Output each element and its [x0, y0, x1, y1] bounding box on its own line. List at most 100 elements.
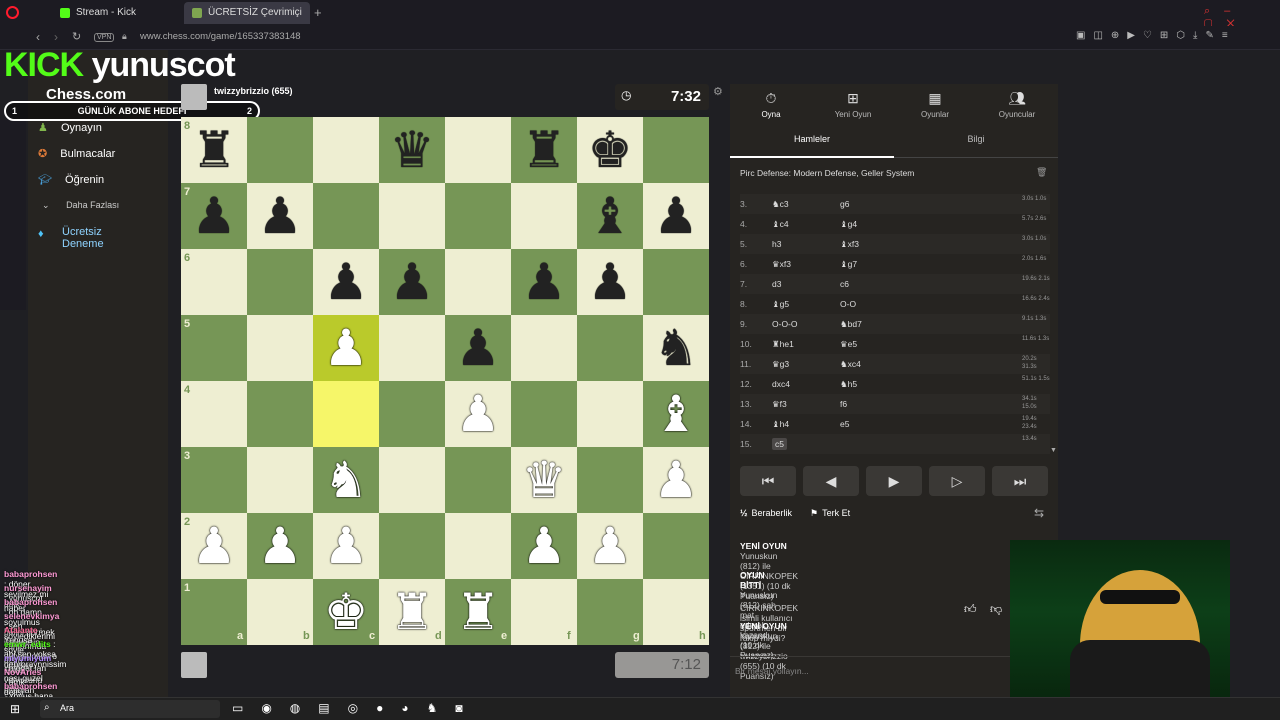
forward-icon[interactable]: ›: [54, 30, 58, 44]
board-square-e2[interactable]: [445, 513, 511, 579]
white-move[interactable]: ♝c4: [772, 219, 789, 230]
board-square-h8[interactable]: [643, 117, 709, 183]
board-square-a5[interactable]: [181, 315, 247, 381]
white-knight-icon[interactable]: ♞: [313, 447, 379, 513]
subtab-moves[interactable]: Hamleler: [730, 134, 894, 158]
white-pawn-icon[interactable]: ♟: [247, 513, 313, 579]
tab-play[interactable]: ⏱ Oyna: [731, 90, 811, 119]
black-pawn-icon[interactable]: ♟: [313, 249, 379, 315]
board-square-c4[interactable]: [313, 381, 379, 447]
thumbs-up-icon[interactable]: 👍︎: [964, 602, 977, 617]
nav-learn[interactable]: 🎓︎ Öğrenin: [38, 173, 104, 186]
board-square-f7[interactable]: [511, 183, 577, 249]
board-square-e8[interactable]: [445, 117, 511, 183]
white-move[interactable]: ♛xf3: [772, 259, 791, 270]
board-square-g5[interactable]: [577, 315, 643, 381]
black-pawn-icon[interactable]: ♟: [643, 183, 709, 249]
black-pawn-icon[interactable]: ♟: [247, 183, 313, 249]
white-move[interactable]: h3: [772, 239, 781, 249]
trash-icon[interactable]: 🗑︎: [1036, 167, 1047, 178]
board-square-g3[interactable]: [577, 447, 643, 513]
black-move[interactable]: ♞h5: [840, 379, 857, 390]
black-knight-icon[interactable]: ♞: [643, 315, 709, 381]
reload-icon[interactable]: ↻: [72, 30, 81, 43]
board-square-e7[interactable]: [445, 183, 511, 249]
board-square-c8[interactable]: [313, 117, 379, 183]
white-pawn-icon[interactable]: ♟: [313, 315, 379, 381]
white-pawn-icon[interactable]: ♟: [445, 381, 511, 447]
nav-more[interactable]: ⌄ Daha Fazlası: [38, 200, 119, 211]
board-square-f5[interactable]: [511, 315, 577, 381]
black-move[interactable]: e5: [840, 419, 849, 429]
black-move[interactable]: g6: [840, 199, 849, 209]
board-square-d2[interactable]: [379, 513, 445, 579]
black-move[interactable]: ♞xc4: [840, 359, 861, 370]
board-square-f4[interactable]: [511, 381, 577, 447]
black-move[interactable]: ♝g7: [840, 259, 857, 270]
move-row[interactable]: 6. ♛xf3 ♝g7 2.0s 1.6s: [740, 254, 1050, 274]
chess-board[interactable]: ♜ ♛ ♜ ♚ ♟ ♟ ♝ ♟ ♟ ♟ ♟ ♟ ♟ ♟ ♞ ♟ ♝ ♞ ♛ ♟ ♟ ♟ ♟ ♟ ♟ ♚ ♜ ♜ 8 7 6 5 4 3 2 1 a b c d…: [181, 117, 709, 645]
black-pawn-icon[interactable]: ♟: [379, 249, 445, 315]
resign-button[interactable]: ⚑ Terk Et: [810, 508, 850, 519]
move-row[interactable]: 7. d3 c6 19.6s 2.1s: [740, 274, 1050, 294]
white-pawn-icon[interactable]: ♟: [577, 513, 643, 579]
opponent-avatar[interactable]: [181, 84, 207, 110]
black-move[interactable]: ♝g4: [840, 219, 857, 230]
move-row[interactable]: 8. ♝g5 O-O 16.6s 2.4s: [740, 294, 1050, 314]
board-square-b3[interactable]: [247, 447, 313, 513]
subtab-info[interactable]: Bilgi: [894, 134, 1058, 158]
white-move[interactable]: ♝g5: [772, 299, 789, 310]
board-square-d4[interactable]: [379, 381, 445, 447]
white-bishop-icon[interactable]: ♝: [643, 381, 709, 447]
settings-gear-icon[interactable]: ⚙: [713, 85, 723, 98]
board-square-e6[interactable]: [445, 249, 511, 315]
black-bishop-icon[interactable]: ♝: [577, 183, 643, 249]
board-square-b4[interactable]: [247, 381, 313, 447]
black-pawn-icon[interactable]: ♟: [445, 315, 511, 381]
black-move[interactable]: ♝xf3: [840, 239, 859, 250]
move-row[interactable]: 10. ♜he1 ♛e5 11.6s 1.3s: [740, 334, 1050, 354]
draw-button[interactable]: ½ Beraberlik: [740, 508, 792, 518]
board-square-b5[interactable]: [247, 315, 313, 381]
white-move[interactable]: ♛g3: [772, 359, 789, 370]
opera-logo-icon[interactable]: [6, 6, 19, 19]
white-move[interactable]: d3: [772, 279, 781, 289]
tab-new-game[interactable]: ⊞ Yeni Oyun: [813, 90, 893, 119]
black-move[interactable]: ♛e5: [840, 339, 857, 350]
white-pawn-icon[interactable]: ♟: [643, 447, 709, 513]
board-square-h6[interactable]: [643, 249, 709, 315]
move-row[interactable]: 4. ♝c4 ♝g4 5.7s 2.6s: [740, 214, 1050, 234]
white-pawn-icon[interactable]: ♟: [181, 513, 247, 579]
tab-kick-dashboard[interactable]: Stream - Kick Dashboard: [52, 2, 182, 40]
taskbar-search[interactable]: ⌕ Ara: [40, 700, 220, 718]
move-row[interactable]: 13. ♛f3 f6 34.1s 15.0s: [740, 394, 1050, 414]
black-queen-icon[interactable]: ♛: [379, 117, 445, 183]
board-square-a6[interactable]: [181, 249, 247, 315]
nav-play[interactable]: ♟ Oynayın: [38, 121, 102, 134]
white-move[interactable]: ♞c3: [772, 199, 789, 210]
tab-games[interactable]: ▦ Oyunlar: [895, 90, 975, 119]
white-queen-icon[interactable]: ♛: [511, 447, 577, 513]
white-move[interactable]: ♛f3: [772, 399, 787, 410]
tab-chess[interactable]: ÜCRETSİZ Çevrimiçi Satra: [184, 2, 310, 40]
black-king-icon[interactable]: ♚: [577, 117, 643, 183]
white-pawn-icon[interactable]: ♟: [313, 513, 379, 579]
black-rook-icon[interactable]: ♜: [511, 117, 577, 183]
black-move[interactable]: c6: [840, 279, 849, 289]
taskbar-apps[interactable]: ▭◉◍▤◎●◕♞◙: [232, 701, 481, 715]
black-rook-icon[interactable]: ♜: [181, 117, 247, 183]
board-square-e3[interactable]: [445, 447, 511, 513]
black-pawn-icon[interactable]: ♟: [511, 249, 577, 315]
last-move-button[interactable]: ⏭: [992, 466, 1048, 496]
first-move-button[interactable]: ⏮: [740, 466, 796, 496]
forward-move-button[interactable]: ▷: [929, 466, 985, 496]
move-row[interactable]: 12. dxc4 ♞h5 51.1s 1.5s: [740, 374, 1050, 394]
white-move[interactable]: ♜he1: [772, 339, 794, 350]
url-text[interactable]: www.chess.com/game/165337383148: [140, 31, 301, 42]
white-move[interactable]: O-O-O: [772, 319, 798, 329]
new-tab-button[interactable]: +: [314, 5, 322, 20]
move-row[interactable]: 14. ♝h4 e5 19.4s 23.4s: [740, 414, 1050, 434]
flip-board-icon[interactable]: ⇆: [1034, 506, 1044, 520]
thumbs-down-icon[interactable]: 👎︎: [990, 602, 1002, 617]
board-square-b6[interactable]: [247, 249, 313, 315]
